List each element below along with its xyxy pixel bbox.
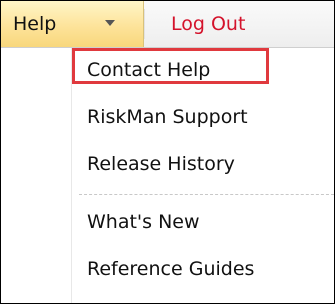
logout-link[interactable]: Log Out [171,13,245,35]
menu-item-reference-guides[interactable]: Reference Guides [72,247,334,293]
menu-item-contact-help[interactable]: Contact Help [72,48,334,94]
help-menu-label: Help [13,13,57,35]
menu-bar: Help Log Out [1,1,334,48]
menu-item-label: Release History [87,153,235,175]
help-dropdown-menu: Contact Help RiskMan Support Release His… [1,48,334,303]
menu-divider [144,9,145,39]
help-menu-button[interactable]: Help [1,1,144,47]
menu-separator [79,194,334,195]
menu-item-release-history[interactable]: Release History [72,142,334,188]
menu-item-label: RiskMan Support [87,106,248,128]
menu-item-label: Reference Guides [87,258,255,280]
menu-item-label: What's New [87,211,200,233]
menu-item-whats-new[interactable]: What's New [72,200,334,246]
menu-item-riskman-support[interactable]: RiskMan Support [72,95,334,141]
chevron-down-icon [105,20,115,26]
help-menu-screenshot: Help Log Out Contact Help RiskMan Suppor… [0,0,335,304]
dropdown-icon-gutter [1,48,72,303]
menu-item-label: Contact Help [87,59,211,81]
